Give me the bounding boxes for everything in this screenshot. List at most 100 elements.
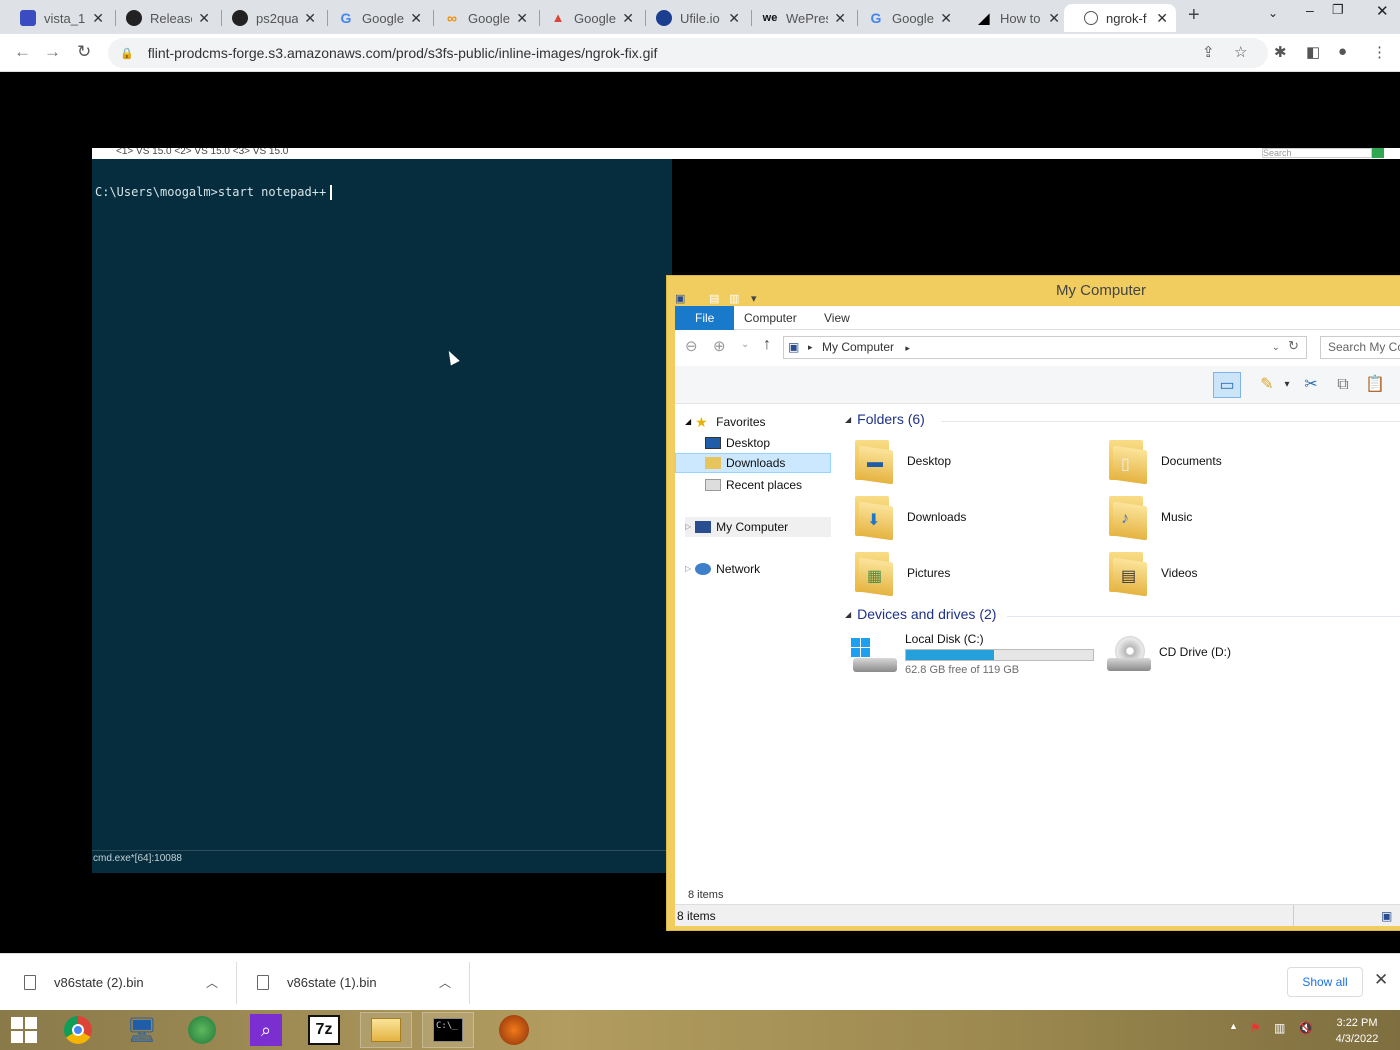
reload-icon[interactable]: ↻ bbox=[77, 42, 91, 62]
close-icon[interactable]: ✕ bbox=[410, 10, 422, 27]
close-icon[interactable]: ✕ bbox=[304, 10, 316, 27]
tray-overflow-icon[interactable]: ▲ bbox=[1229, 1021, 1238, 1031]
close-icon[interactable]: ✕ bbox=[198, 10, 210, 27]
up-icon[interactable]: ↑ bbox=[763, 336, 771, 354]
folder-desktop[interactable]: ▬ Desktop bbox=[853, 440, 951, 485]
address-dropdown-icon[interactable]: ⌄ bbox=[1272, 337, 1280, 358]
close-icon[interactable]: ✕ bbox=[1374, 970, 1388, 990]
share-icon[interactable]: ⇪ bbox=[1202, 43, 1215, 61]
close-icon[interactable]: ✕ bbox=[622, 10, 634, 27]
browser-tab[interactable]: ps2qual ✕ bbox=[212, 4, 324, 32]
browser-tab[interactable]: G Google ✕ bbox=[848, 4, 960, 32]
close-icon[interactable]: ✕ bbox=[834, 10, 846, 27]
forward-icon[interactable]: → bbox=[44, 42, 61, 62]
tab-view[interactable]: View bbox=[813, 309, 861, 327]
browser-tab[interactable]: Ufile.io ✕ bbox=[636, 4, 748, 32]
folders-header[interactable]: ◢ Folders (6) bbox=[845, 411, 925, 427]
forward-icon[interactable]: ⊕ bbox=[713, 337, 726, 355]
tab-computer[interactable]: Computer bbox=[733, 309, 808, 327]
folder-documents[interactable]: ▯ Documents bbox=[1107, 440, 1222, 485]
browser-tab[interactable]: vista_1...✕ bbox=[0, 4, 112, 32]
download-item[interactable]: v86state (2).bin ︿ bbox=[24, 954, 234, 1011]
extensions-icon[interactable]: ✱ bbox=[1274, 43, 1287, 61]
taskbar-app[interactable] bbox=[488, 1012, 540, 1048]
network-tray-icon[interactable]: ▥ bbox=[1274, 1021, 1285, 1035]
download-item[interactable]: v86state (1).bin ︿ bbox=[257, 954, 467, 1011]
explorer-titlebar[interactable]: ▣ ▤ ▥ ▾ My Computer bbox=[667, 276, 1400, 306]
tab-file[interactable]: File bbox=[675, 306, 735, 330]
browser-tab-active[interactable]: ngrok-f ✕ bbox=[1064, 4, 1176, 32]
nav-favorites[interactable]: ◢ ★ Favorites bbox=[685, 412, 766, 432]
console-prompt[interactable]: C:\Users\moogalm>start notepad++ bbox=[95, 185, 333, 200]
close-icon[interactable]: ✕ bbox=[940, 10, 952, 27]
browser-tab[interactable]: we WePres ✕ bbox=[742, 4, 854, 32]
close-icon[interactable]: ✕ bbox=[516, 10, 528, 27]
volume-muted-icon[interactable]: 🔇 bbox=[1298, 1021, 1313, 1035]
taskbar-search-app[interactable]: ⌕ bbox=[240, 1012, 292, 1048]
show-all-button[interactable]: Show all bbox=[1287, 967, 1363, 997]
nav-desktop[interactable]: Desktop bbox=[705, 433, 770, 453]
close-window-icon[interactable]: ✕ bbox=[1376, 2, 1389, 20]
taskbar-7zip[interactable]: 7z bbox=[298, 1012, 350, 1048]
nav-my-computer[interactable]: ▷ My Computer bbox=[685, 517, 831, 537]
taskbar-console[interactable]: C:\_ bbox=[422, 1012, 474, 1048]
seven-zip-icon: 7z bbox=[308, 1015, 340, 1045]
address-field[interactable]: ▣ ▸ My Computer ▸ ⌄ bbox=[783, 336, 1307, 359]
search-input[interactable]: Search My Co bbox=[1320, 336, 1400, 359]
action-center-flag-icon[interactable]: ⚑ bbox=[1250, 1021, 1261, 1035]
chevron-up-icon[interactable]: ︿ bbox=[206, 974, 218, 991]
browser-tab[interactable]: ∞ Google ✕ bbox=[424, 4, 536, 32]
details-view-icon[interactable]: ▣ bbox=[1381, 905, 1392, 927]
start-button[interactable] bbox=[0, 1012, 48, 1048]
folder-music[interactable]: ♪ Music bbox=[1107, 496, 1192, 541]
chevron-up-icon[interactable]: ︿ bbox=[439, 974, 451, 991]
close-icon[interactable]: ✕ bbox=[1048, 10, 1060, 27]
close-icon[interactable]: ✕ bbox=[728, 10, 740, 27]
close-icon[interactable]: ✕ bbox=[92, 10, 104, 27]
new-tab-icon[interactable]: + bbox=[1188, 4, 1200, 27]
console-search[interactable]: Search bbox=[1262, 148, 1372, 158]
url-field[interactable]: 🔒 flint-prodcms-forge.s3.amazonaws.com/p… bbox=[108, 38, 1268, 68]
folder-downloads[interactable]: ⬇ Downloads bbox=[853, 496, 966, 541]
browser-tab[interactable]: ▲ Google ✕ bbox=[530, 4, 642, 32]
preview-pane-icon[interactable]: ▭ bbox=[1213, 372, 1241, 398]
clock[interactable]: 3:22 PM 4/3/2022 bbox=[1322, 1015, 1392, 1047]
drive-local-disk[interactable]: Local Disk (C:) 62.8 GB free of 119 GB bbox=[851, 632, 1094, 676]
nav-recent-places[interactable]: Recent places bbox=[705, 475, 802, 495]
documents-folder-icon: ▯ bbox=[1107, 440, 1147, 485]
nav-downloads[interactable]: Downloads bbox=[675, 453, 831, 473]
nav-network[interactable]: ▷ Network bbox=[685, 559, 760, 579]
add-console-icon[interactable] bbox=[1372, 148, 1384, 158]
side-panel-icon[interactable]: ◧ bbox=[1306, 43, 1320, 61]
back-icon[interactable]: ← bbox=[14, 42, 31, 62]
close-icon[interactable]: ✕ bbox=[1156, 10, 1168, 27]
browser-tab[interactable]: G Google ✕ bbox=[318, 4, 430, 32]
devices-header[interactable]: ◢ Devices and drives (2) bbox=[845, 606, 996, 622]
minimize-icon[interactable]: – bbox=[1306, 2, 1314, 18]
disk-usage-bar bbox=[905, 649, 1094, 661]
drive-cd[interactable]: CD Drive (D:) bbox=[1105, 632, 1231, 672]
magnifier-app-icon: ⌕ bbox=[250, 1014, 282, 1046]
folder-videos[interactable]: ▤ Videos bbox=[1107, 552, 1197, 597]
taskbar-file-explorer[interactable] bbox=[360, 1012, 412, 1048]
browser-tab[interactable]: Release✕ bbox=[106, 4, 218, 32]
menu-icon[interactable]: ⋮ bbox=[1372, 43, 1387, 61]
divider bbox=[469, 962, 470, 1004]
folder-pictures[interactable]: ▦ Pictures bbox=[853, 552, 950, 597]
star-icon: ★ bbox=[695, 414, 708, 430]
taskbar-chrome[interactable] bbox=[52, 1012, 104, 1048]
restore-icon[interactable]: ❐ bbox=[1332, 2, 1344, 18]
address-toolbar: ← → ↻ 🔒 flint-prodcms-forge.s3.amazonaws… bbox=[0, 34, 1400, 72]
taskbar-remote-desktop[interactable]: 🖥 bbox=[116, 1012, 168, 1048]
taskbar-network-app[interactable] bbox=[176, 1012, 228, 1048]
paste-icon[interactable]: 📋 bbox=[1361, 372, 1389, 398]
browser-tab[interactable]: ◢ How to ✕ bbox=[956, 4, 1068, 32]
refresh-icon[interactable]: ↻ bbox=[1288, 338, 1299, 354]
back-icon[interactable]: ⊖ bbox=[685, 337, 698, 355]
recent-dropdown-icon[interactable]: ⌄ bbox=[741, 339, 749, 350]
bookmark-star-icon[interactable]: ☆ bbox=[1234, 43, 1247, 61]
cut-icon[interactable]: ✂ bbox=[1297, 372, 1325, 398]
profile-icon[interactable]: ● bbox=[1338, 43, 1347, 60]
tab-search-icon[interactable]: ⌄ bbox=[1268, 6, 1278, 20]
copy-icon[interactable]: ⧉ bbox=[1329, 372, 1357, 398]
